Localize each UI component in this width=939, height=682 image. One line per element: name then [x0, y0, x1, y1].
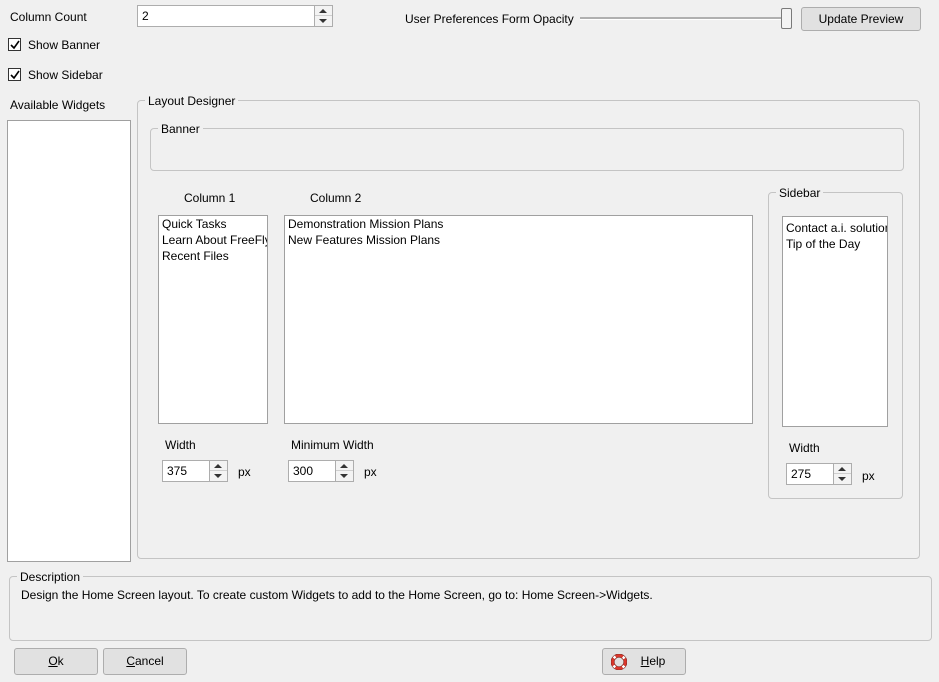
list-item[interactable]: Quick Tasks	[159, 216, 267, 232]
spin-up-button[interactable]	[834, 464, 851, 474]
sidebar-unit: px	[862, 469, 875, 483]
cancel-label: ancel	[134, 654, 164, 668]
column1-title: Column 1	[184, 191, 236, 205]
column1-width-value: 375	[167, 464, 188, 478]
help-button[interactable]: Help	[602, 648, 686, 675]
spin-down-button[interactable]	[336, 471, 353, 481]
column1-width-spinbox[interactable]: 375	[162, 460, 228, 482]
description-title: Description	[17, 570, 84, 584]
sidebar-width-label: Width	[789, 441, 820, 455]
description-text: Design the Home Screen layout. To create…	[21, 588, 653, 602]
ok-label: k	[57, 654, 64, 668]
layout-designer-title: Layout Designer	[145, 94, 239, 108]
available-widgets-list[interactable]	[7, 120, 131, 562]
column-count-label: Column Count	[10, 10, 87, 24]
sidebar-list[interactable]: Contact a.i. solutions Tip of the Day	[782, 216, 888, 427]
sidebar-width-spinbox[interactable]: 275	[786, 463, 852, 485]
description-group	[9, 576, 932, 641]
update-preview-button[interactable]: Update Preview	[801, 7, 921, 31]
list-item[interactable]: Learn About FreeFly	[159, 232, 267, 248]
checkmark-icon	[10, 40, 20, 50]
spin-up-button[interactable]	[210, 461, 227, 471]
column2-unit: px	[364, 465, 377, 479]
opacity-slider-thumb[interactable]	[781, 8, 792, 29]
sidebar-title: Sidebar	[776, 186, 824, 200]
arrow-up-icon	[319, 9, 327, 13]
show-sidebar-label[interactable]: Show Sidebar	[28, 68, 103, 82]
show-banner-checkbox[interactable]	[8, 38, 21, 51]
sidebar-width-value: 275	[791, 467, 812, 481]
banner-title: Banner	[158, 122, 203, 136]
show-banner-label[interactable]: Show Banner	[28, 38, 100, 52]
show-sidebar-checkbox[interactable]	[8, 68, 21, 81]
column2-list[interactable]: Demonstration Mission Plans New Features…	[284, 215, 753, 424]
column1-unit: px	[238, 465, 251, 479]
column1-width-label: Width	[165, 438, 196, 452]
column1-list[interactable]: Quick Tasks Learn About FreeFly Recent F…	[158, 215, 268, 424]
list-item[interactable]: Demonstration Mission Plans	[285, 216, 752, 232]
arrow-up-icon	[214, 464, 222, 468]
spin-down-button[interactable]	[210, 471, 227, 481]
arrow-up-icon	[838, 467, 846, 471]
column-count-value: 2	[142, 9, 149, 23]
column2-width-value: 300	[293, 464, 314, 478]
column2-title: Column 2	[310, 191, 362, 205]
checkmark-icon	[10, 70, 20, 80]
column2-width-label: Minimum Width	[291, 438, 374, 452]
cancel-button[interactable]: Cancel	[103, 648, 187, 675]
lifebuoy-icon	[611, 654, 627, 670]
available-widgets-label: Available Widgets	[10, 98, 106, 112]
column2-width-spinbox[interactable]: 300	[288, 460, 354, 482]
arrow-down-icon	[838, 477, 846, 481]
banner-group[interactable]	[150, 128, 904, 171]
opacity-slider-track[interactable]	[580, 17, 792, 20]
spin-up-button[interactable]	[315, 6, 332, 16]
arrow-up-icon	[340, 464, 348, 468]
cancel-accelerator: C	[126, 654, 135, 668]
ok-button[interactable]: Ok	[14, 648, 98, 675]
column-count-spinbox[interactable]: 2	[137, 5, 333, 27]
spin-down-button[interactable]	[834, 474, 851, 484]
list-item[interactable]: Contact a.i. solutions	[783, 217, 887, 236]
arrow-down-icon	[319, 19, 327, 23]
ok-accelerator: O	[48, 654, 58, 668]
help-label: elp	[649, 654, 666, 668]
list-item[interactable]: Recent Files	[159, 248, 267, 264]
arrow-down-icon	[214, 474, 222, 478]
list-item[interactable]: Tip of the Day	[783, 236, 887, 252]
arrow-down-icon	[340, 474, 348, 478]
spin-up-button[interactable]	[336, 461, 353, 471]
opacity-label: User Preferences Form Opacity	[405, 12, 574, 26]
spin-down-button[interactable]	[315, 16, 332, 26]
list-item[interactable]: New Features Mission Plans	[285, 232, 752, 248]
